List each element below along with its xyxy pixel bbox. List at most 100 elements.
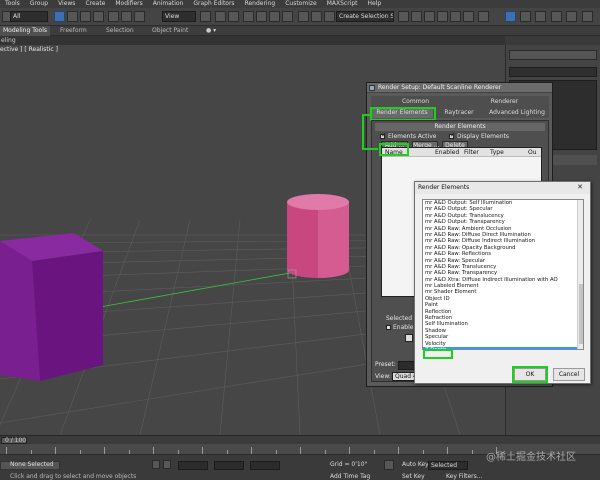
curve-editor-icon[interactable] bbox=[450, 11, 461, 22]
render-setup-icon[interactable] bbox=[505, 11, 516, 22]
render-iterative-icon[interactable] bbox=[551, 11, 562, 22]
cylinder-object[interactable] bbox=[287, 194, 349, 278]
menu-item-modifiers[interactable]: Modifiers bbox=[110, 0, 147, 8]
column-filter[interactable]: Filter bbox=[464, 149, 479, 156]
menu-item-tools[interactable]: Tools bbox=[0, 0, 25, 8]
select-and-rotate-icon[interactable] bbox=[121, 11, 132, 22]
keyboard-shortcut-icon[interactable] bbox=[228, 11, 239, 22]
lock-selection-icon[interactable] bbox=[152, 460, 160, 469]
render-production-icon[interactable] bbox=[535, 11, 546, 22]
rectangular-selection-icon[interactable] bbox=[80, 11, 91, 22]
time-slider[interactable]: 0 / 100 bbox=[0, 435, 600, 444]
percent-snap-icon[interactable] bbox=[269, 11, 280, 22]
elements-active-label: Elements Active bbox=[388, 133, 437, 140]
tab-object-paint[interactable]: Object Paint bbox=[152, 26, 188, 36]
spinner-snap-icon[interactable] bbox=[282, 11, 293, 22]
highlight-connector-bottom bbox=[362, 148, 378, 150]
rendered-frame-window-icon[interactable] bbox=[520, 11, 531, 22]
viewport-label[interactable]: ective ] [ Realistic ] bbox=[0, 46, 58, 53]
track-tick bbox=[275, 450, 277, 454]
reference-coordinate-dropdown[interactable]: View bbox=[162, 11, 196, 22]
pivot-center-icon[interactable] bbox=[200, 11, 211, 22]
y-coordinate-field[interactable] bbox=[214, 461, 244, 470]
enable-checkbox[interactable] bbox=[386, 325, 391, 330]
menu-item-help[interactable]: Help bbox=[363, 0, 387, 8]
close-icon[interactable]: ✕ bbox=[573, 183, 587, 192]
render-elements-rollout-title[interactable]: Render Elements bbox=[375, 123, 545, 131]
element-swatch[interactable] bbox=[405, 334, 413, 342]
track-tick bbox=[398, 447, 399, 454]
select-and-move-icon[interactable] bbox=[108, 11, 119, 22]
tab-common[interactable]: Common bbox=[371, 97, 460, 107]
menu-item-maxscript[interactable]: MAXScript bbox=[322, 0, 363, 8]
object-name-field[interactable] bbox=[509, 67, 597, 77]
render-setup-titlebar[interactable]: Render Setup: Default Scanline Renderer bbox=[367, 83, 552, 93]
tab-advanced-lighting[interactable]: Advanced Lighting bbox=[485, 108, 549, 118]
auto-key-button[interactable]: Auto Key bbox=[402, 461, 429, 468]
track-tick bbox=[447, 447, 448, 454]
select-by-name-icon[interactable] bbox=[67, 11, 78, 22]
list-scrollbar[interactable] bbox=[577, 200, 583, 349]
command-panel-tabs[interactable] bbox=[509, 50, 597, 60]
layer-explorer-icon[interactable] bbox=[424, 11, 435, 22]
tab-renderer[interactable]: Renderer bbox=[460, 97, 549, 107]
selection-filter-dropdown[interactable]: All bbox=[10, 11, 48, 22]
menu-item-views[interactable]: Views bbox=[53, 0, 80, 8]
track-tick bbox=[422, 450, 424, 454]
display-elements-checkbox[interactable] bbox=[449, 132, 455, 139]
select-manipulate-icon[interactable] bbox=[215, 11, 226, 22]
align-icon[interactable] bbox=[324, 11, 335, 22]
track-tick bbox=[324, 450, 326, 454]
track-tick bbox=[177, 450, 179, 454]
cancel-button[interactable]: Cancel bbox=[553, 368, 585, 381]
menu-item-rendering[interactable]: Rendering bbox=[240, 0, 281, 8]
column-type[interactable]: Type bbox=[490, 149, 504, 156]
set-key-button[interactable]: Set Key bbox=[402, 473, 425, 480]
mirror-tool-icon[interactable] bbox=[398, 11, 409, 22]
key-filters-button[interactable]: Key Filters... bbox=[446, 473, 483, 480]
box-object[interactable] bbox=[0, 233, 103, 381]
transform-type-in-icon[interactable] bbox=[163, 460, 171, 469]
z-coordinate-field[interactable] bbox=[250, 461, 280, 470]
edit-named-selection-icon[interactable] bbox=[298, 11, 309, 22]
window-crossing-icon[interactable] bbox=[93, 11, 104, 22]
menu-item-graph-editors[interactable]: Graph Editors bbox=[188, 0, 239, 8]
mirror-icon[interactable] bbox=[311, 11, 322, 22]
tab-freeform[interactable]: Freeform bbox=[60, 26, 87, 36]
scrollbar-thumb[interactable] bbox=[579, 284, 583, 344]
render-elements-type-list[interactable]: mr A&D Output: Self Illumination mr A&D O… bbox=[422, 199, 584, 350]
selected-dropdown[interactable]: Selected bbox=[428, 461, 468, 470]
menu-item-group[interactable]: Group bbox=[25, 0, 53, 8]
key-mode-icon[interactable] bbox=[384, 460, 394, 470]
activeshade-icon[interactable] bbox=[566, 11, 577, 22]
select-object-icon[interactable] bbox=[54, 11, 65, 22]
track-tick bbox=[55, 447, 56, 454]
material-editor-icon[interactable] bbox=[478, 11, 489, 22]
menu-item-create[interactable]: Create bbox=[80, 0, 110, 8]
add-time-tag[interactable]: Add Time Tag bbox=[330, 473, 370, 480]
schematic-view-icon[interactable] bbox=[463, 11, 474, 22]
toggle-ribbon-icon[interactable] bbox=[437, 11, 448, 22]
add-button-highlight bbox=[379, 143, 409, 156]
menu-item-animation[interactable]: Animation bbox=[148, 0, 189, 8]
tab-raytracer[interactable]: Raytracer bbox=[433, 108, 485, 118]
tab-modeling-tools[interactable]: Modeling Tools bbox=[0, 26, 50, 36]
menu-item-customize[interactable]: Customize bbox=[280, 0, 322, 8]
column-enabled[interactable]: Enabled bbox=[435, 149, 459, 156]
render-elements-items: mr A&D Output: Self Illumination mr A&D O… bbox=[423, 200, 583, 349]
elements-active-checkbox[interactable] bbox=[380, 132, 386, 139]
column-output[interactable]: Ou bbox=[528, 149, 537, 156]
render-elements-titlebar[interactable]: Render Elements ✕ bbox=[415, 182, 590, 194]
snaps-toggle-icon[interactable] bbox=[243, 11, 254, 22]
ribbon-tabs: Modeling Tools Freeform Selection Object… bbox=[0, 26, 600, 36]
x-coordinate-field[interactable] bbox=[178, 461, 208, 470]
render-online-icon[interactable] bbox=[582, 11, 593, 22]
named-selection-set-dropdown[interactable]: Create Selection Se bbox=[336, 11, 394, 22]
display-elements-label: Display Elements bbox=[457, 133, 509, 140]
align-tool-icon[interactable] bbox=[411, 11, 422, 22]
render-elements-title: Render Elements bbox=[418, 184, 470, 191]
ribbon-options-icon[interactable]: ● ▾ bbox=[206, 26, 216, 36]
select-and-scale-icon[interactable] bbox=[134, 11, 145, 22]
tab-selection[interactable]: Selection bbox=[106, 26, 134, 36]
angle-snap-icon[interactable] bbox=[256, 11, 267, 22]
